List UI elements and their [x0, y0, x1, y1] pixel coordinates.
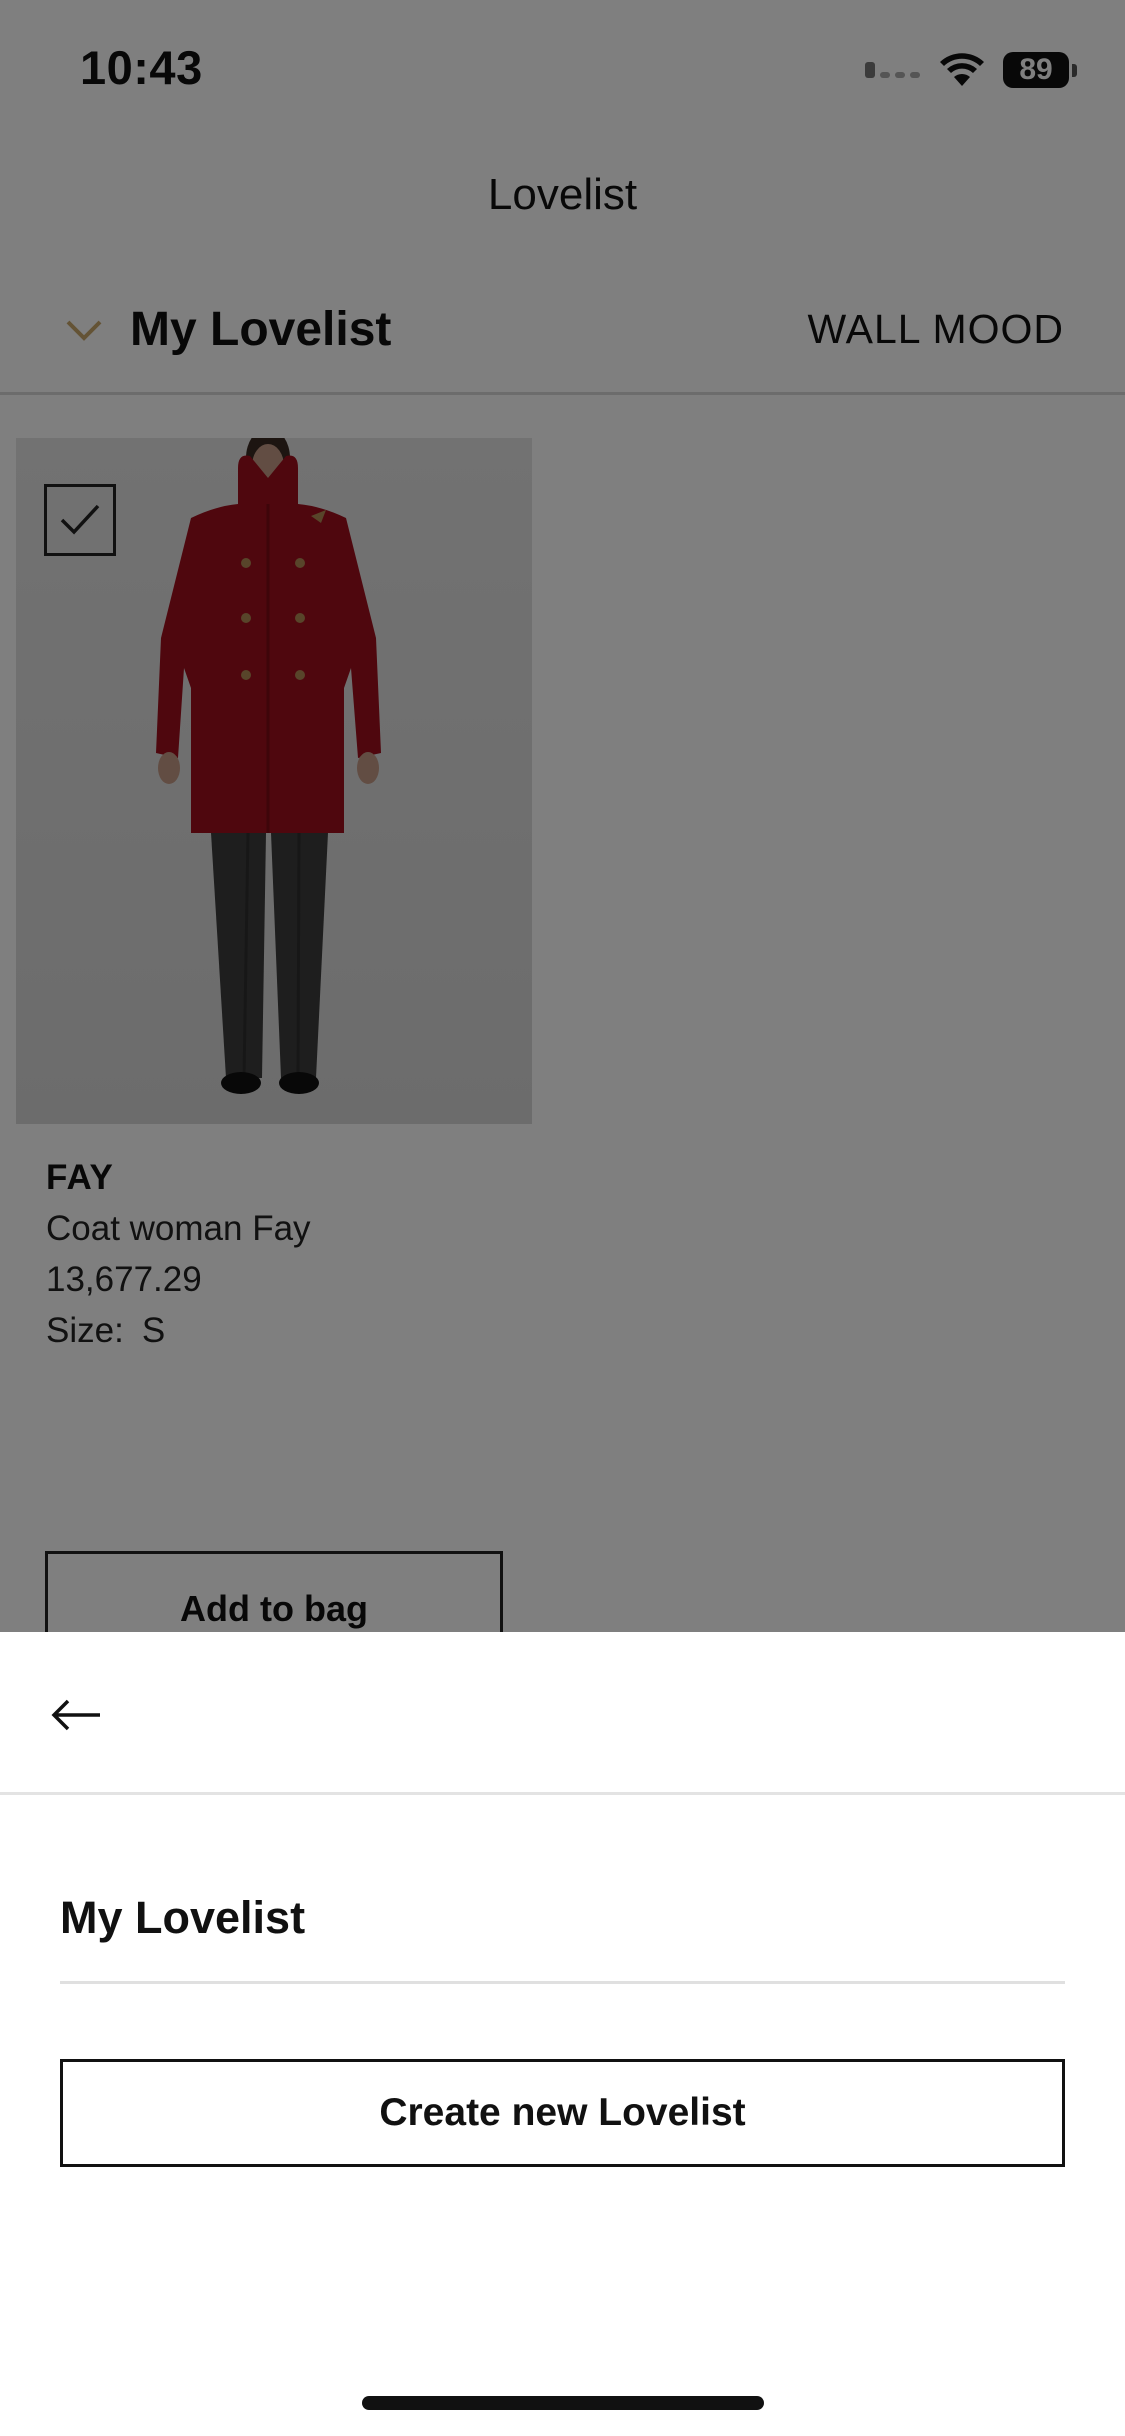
lovelist-option-label: My Lovelist: [60, 1892, 306, 1943]
arrow-left-icon: [51, 1699, 100, 1731]
back-button[interactable]: [50, 1690, 120, 1740]
lovelist-option[interactable]: My Lovelist: [60, 1892, 1065, 1984]
create-lovelist-button[interactable]: Create new Lovelist: [60, 2059, 1065, 2167]
lovelist-picker-sheet: My Lovelist Create new Lovelist: [0, 1632, 1125, 2436]
home-indicator: [362, 2396, 764, 2410]
sheet-divider: [0, 1792, 1125, 1795]
modal-backdrop[interactable]: [0, 0, 1125, 1632]
